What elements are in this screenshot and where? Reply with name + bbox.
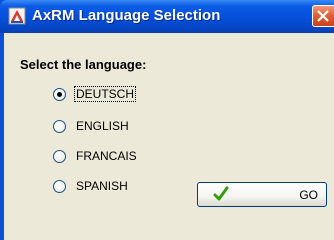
radio-option-english[interactable]: ENGLISH [53,117,130,135]
window-title: AxRM Language Selection [32,7,221,24]
radio-button-spanish[interactable] [53,179,66,193]
radio-button-english[interactable] [53,119,66,133]
radio-option-spanish[interactable]: SPANISH [53,177,129,195]
go-button[interactable]: GO [197,182,327,207]
dialog-window: AxRM Language Selection Select the langu… [0,0,334,240]
close-button[interactable] [312,5,334,27]
title-bar[interactable]: AxRM Language Selection [0,0,334,33]
radio-label-francais[interactable]: FRANCAIS [75,149,138,163]
checkmark-icon [213,186,229,201]
radio-label-spanish[interactable]: SPANISH [75,179,129,193]
radio-option-francais[interactable]: FRANCAIS [53,147,138,165]
close-icon [317,10,329,22]
radio-button-deutsch[interactable] [53,87,66,101]
go-button-label: GO [299,188,318,202]
radio-button-francais[interactable] [53,149,66,163]
prompt-label: Select the language: [20,57,147,72]
axrm-app-icon [8,7,26,25]
dialog-body: Select the language: DEUTSCH ENGLISH FRA… [4,33,334,240]
radio-option-deutsch[interactable]: DEUTSCH [53,85,137,103]
radio-label-deutsch[interactable]: DEUTSCH [73,86,137,102]
radio-label-english[interactable]: ENGLISH [75,119,130,133]
